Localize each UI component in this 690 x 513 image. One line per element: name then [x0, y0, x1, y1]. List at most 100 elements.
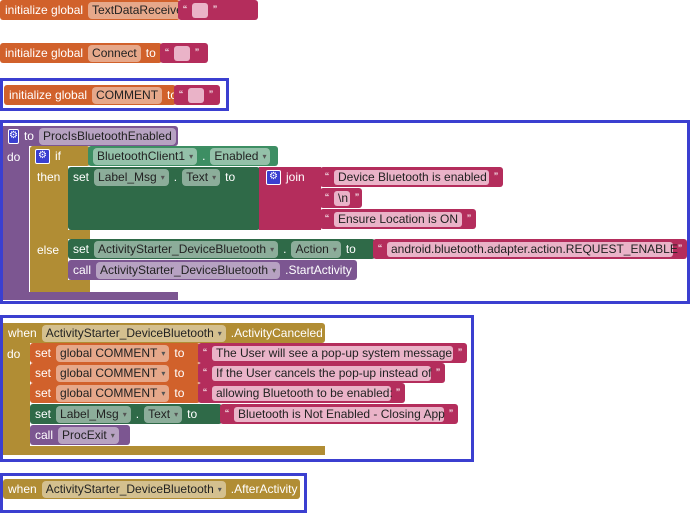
- set-label: set: [73, 170, 90, 184]
- bluetooth-enabled-getter[interactable]: BluetoothClient1 ▾. Enabled ▾: [88, 146, 278, 166]
- chevron-down-icon: ▾: [161, 348, 166, 358]
- text-block[interactable]: “”: [178, 0, 258, 20]
- component-dropdown[interactable]: Label_Msg ▾: [94, 168, 169, 186]
- quote-icon: “: [203, 346, 207, 360]
- set-label-header: set Label_Msg ▾. Text ▾ to: [73, 168, 236, 186]
- string-field[interactable]: [192, 2, 208, 18]
- quote-icon: “: [378, 242, 382, 256]
- when-label: when: [8, 326, 37, 340]
- quote-icon: ”: [213, 3, 217, 17]
- chevron-down-icon: ▾: [262, 151, 267, 161]
- if-block[interactable]: [30, 146, 68, 292]
- quote-icon: “: [225, 407, 229, 421]
- quote-icon: “: [203, 386, 207, 400]
- set-comment-block[interactable]: set global COMMENT ▾ to: [30, 343, 200, 363]
- text-block[interactable]: “ Bluetooth is Not Enabled - Closing App ”: [220, 404, 458, 424]
- property-dropdown[interactable]: Enabled ▾: [210, 147, 271, 165]
- to-label: to: [225, 170, 236, 184]
- join-label: join: [286, 170, 305, 184]
- to-label: to: [345, 242, 356, 256]
- gear-icon[interactable]: ⚙: [8, 128, 19, 144]
- property-dropdown[interactable]: Text ▾: [182, 168, 221, 186]
- property-dropdown[interactable]: Action ▾: [291, 240, 341, 258]
- set-comment-block[interactable]: set global COMMENT ▾ to: [30, 363, 200, 383]
- component-dropdown[interactable]: BluetoothClient1 ▾: [93, 147, 198, 165]
- string-field[interactable]: Bluetooth is Not Enabled - Closing App: [234, 406, 445, 422]
- call-startactivity-block[interactable]: call ActivityStarter_DeviceBluetooth ▾ .Sta…: [68, 260, 357, 280]
- set-label: set: [73, 242, 90, 256]
- string-field[interactable]: Ensure Location is ON: [334, 211, 462, 227]
- event-activitycanceled-header[interactable]: when ActivityStarter_DeviceBluetooth ▾ .Act…: [3, 323, 325, 343]
- quote-icon: “: [325, 191, 329, 205]
- var-name-field[interactable]: Connect: [88, 44, 141, 62]
- chevron-down-icon: ▾: [332, 244, 337, 254]
- quote-icon: ”: [449, 407, 453, 421]
- text-block[interactable]: “ \n ”: [320, 188, 362, 208]
- string-field[interactable]: android.bluetooth.adapter.action.REQUEST…: [387, 241, 678, 257]
- string-field[interactable]: The User will see a pop-up system messag…: [212, 345, 453, 361]
- text-block[interactable]: “ If the User cancels the pop-up instead …: [198, 363, 445, 383]
- property-dropdown[interactable]: Text ▾: [144, 405, 183, 423]
- quote-icon: “: [203, 366, 207, 380]
- text-block[interactable]: “”: [160, 43, 208, 63]
- text-block[interactable]: “ allowing Bluetooth to be enabled:”: [198, 383, 405, 403]
- set-action-block[interactable]: set ActivityStarter_DeviceBluetooth ▾. Acti…: [68, 239, 375, 259]
- gear-icon[interactable]: ⚙: [35, 148, 50, 164]
- quote-icon: ”: [467, 212, 471, 226]
- quote-icon: ”: [355, 191, 359, 205]
- then-label: then: [37, 170, 61, 184]
- string-field[interactable]: Device Bluetooth is enabled: [334, 169, 489, 185]
- var-dropdown[interactable]: global COMMENT ▾: [56, 344, 170, 362]
- text-block[interactable]: “ The User will see a pop-up system messa…: [198, 343, 467, 363]
- to-label: to: [145, 46, 156, 60]
- if-label: if: [55, 149, 61, 163]
- chevron-down-icon: ▾: [270, 244, 275, 254]
- component-dropdown[interactable]: ActivityStarter_DeviceBluetooth ▾: [41, 324, 226, 342]
- call-procexit-block[interactable]: call ProcExit ▾: [30, 425, 130, 445]
- text-block[interactable]: “”: [174, 85, 220, 105]
- var-name-field[interactable]: COMMENT: [92, 86, 163, 104]
- string-field[interactable]: [174, 45, 190, 61]
- component-dropdown[interactable]: ActivityStarter_DeviceBluetooth ▾: [41, 480, 226, 498]
- quote-icon: ”: [458, 346, 462, 360]
- join-header: ⚙ join: [261, 167, 310, 187]
- chevron-down-icon: ▾: [217, 328, 222, 338]
- to-label: to: [23, 129, 34, 143]
- if-footer: [30, 280, 90, 292]
- procedure-header[interactable]: ⚙ to ProcIsBluetoothEnabled: [3, 126, 178, 146]
- string-field[interactable]: allowing Bluetooth to be enabled:: [212, 385, 393, 401]
- quote-icon: ”: [678, 242, 682, 256]
- event-afteractivity-header[interactable]: when ActivityStarter_DeviceBluetooth ▾ .Aft…: [3, 479, 300, 499]
- text-block[interactable]: “ Device Bluetooth is enabled ”: [320, 167, 503, 187]
- event-label: .ActivityCanceled: [230, 326, 323, 340]
- set-comment-block[interactable]: set global COMMENT ▾ to: [30, 383, 200, 403]
- chevron-down-icon: ▾: [160, 172, 165, 182]
- chevron-down-icon: ▾: [161, 368, 166, 378]
- set-label-text-block[interactable]: set Label_Msg ▾. Text ▾ to: [30, 404, 222, 424]
- quote-icon: ”: [436, 366, 440, 380]
- component-dropdown[interactable]: ActivityStarter_DeviceBluetooth ▾: [96, 261, 281, 279]
- procedure-dropdown[interactable]: ProcExit ▾: [58, 426, 119, 444]
- string-field[interactable]: \n: [334, 190, 350, 206]
- call-label: call: [73, 263, 92, 277]
- component-dropdown[interactable]: Label_Msg ▾: [56, 405, 131, 423]
- text-block[interactable]: “ Ensure Location is ON ”: [320, 209, 476, 229]
- keyword: initialize global: [5, 3, 84, 17]
- chevron-down-icon: ▾: [174, 409, 179, 419]
- var-dropdown[interactable]: global COMMENT ▾: [56, 384, 170, 402]
- global-init-comment[interactable]: initialize global COMMENT to: [4, 85, 177, 105]
- chevron-down-icon: ▾: [161, 388, 166, 398]
- global-init-connect[interactable]: initialize global Connect to: [0, 43, 162, 63]
- string-field[interactable]: [188, 87, 204, 103]
- global-init-textdatareceived[interactable]: initialize globalTextDataReceivedto: [0, 0, 208, 20]
- quote-icon: ”: [195, 46, 199, 60]
- procedure-footer: [3, 292, 178, 300]
- var-dropdown[interactable]: global COMMENT ▾: [56, 364, 170, 382]
- gear-icon[interactable]: ⚙: [266, 169, 281, 185]
- quote-icon: “: [325, 170, 329, 184]
- procedure-name-field[interactable]: ProcIsBluetoothEnabled: [38, 127, 176, 145]
- string-field[interactable]: If the User cancels the pop-up instead o…: [212, 365, 431, 381]
- text-block[interactable]: “ android.bluetooth.adapter.action.REQUES…: [373, 239, 687, 259]
- quote-icon: ”: [209, 88, 213, 102]
- component-dropdown[interactable]: ActivityStarter_DeviceBluetooth ▾: [94, 240, 279, 258]
